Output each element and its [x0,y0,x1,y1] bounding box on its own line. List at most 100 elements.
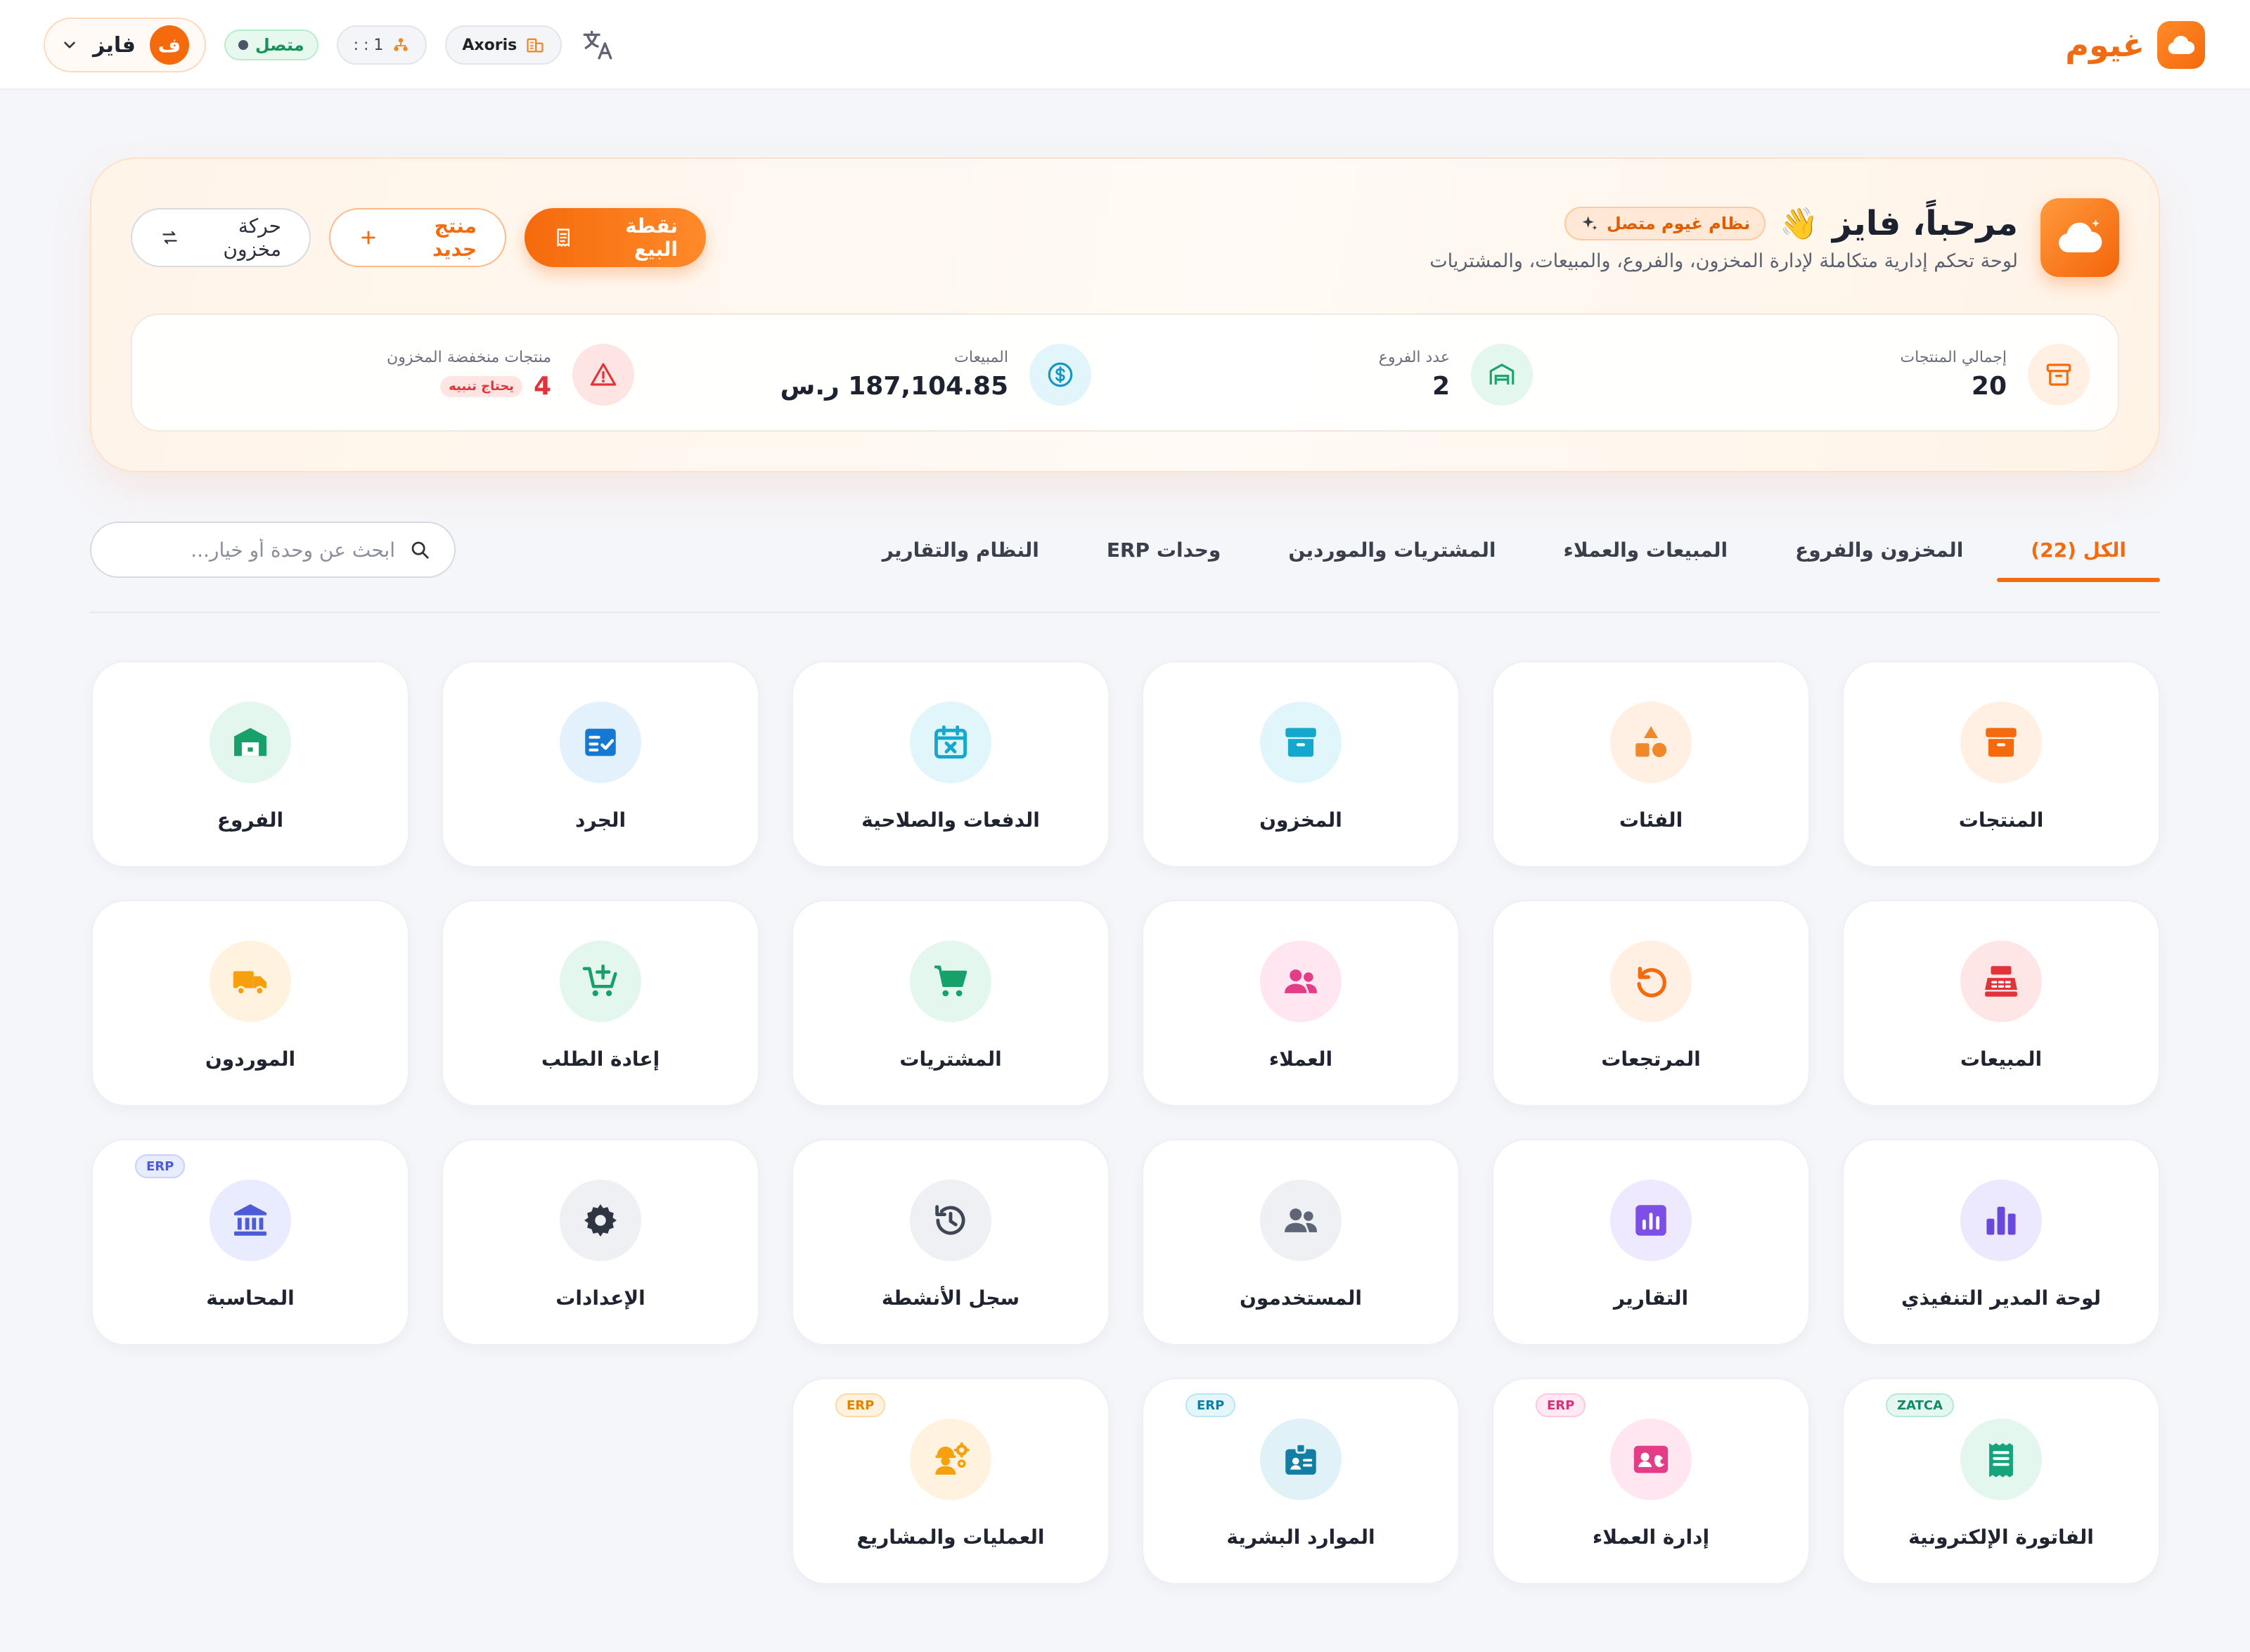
module-card-branches[interactable]: الفروع [91,661,409,867]
search-input[interactable] [142,538,395,562]
history-icon [910,1180,991,1261]
hierarchy-icon [394,38,409,51]
module-label: العمليات والمشاريع [856,1525,1045,1549]
module-card-users[interactable]: المستخدمون [1142,1139,1460,1346]
module-card-hr[interactable]: ERP الموارد البشرية [1142,1378,1460,1585]
user-menu[interactable]: ف فايز [44,18,206,72]
stock-movement-button[interactable]: حركة مخزون [131,208,311,267]
module-card-returns[interactable]: المرتجعات [1492,900,1810,1106]
brand-name: غيوم [2065,26,2145,64]
delivery-truck-icon [210,941,291,1022]
module-card-sales[interactable]: المبيعات [1842,900,2160,1106]
tab-purchases-suppliers[interactable]: المشتريات والموردين [1254,517,1529,582]
module-card-batches-expiry[interactable]: الدفعات والصلاحية [792,661,1110,867]
erp-badge: ERP [1185,1393,1236,1417]
shopping-cart-icon [910,941,991,1022]
tab-erp-modules[interactable]: وحدات ERP [1073,517,1254,582]
people-icon [1260,941,1342,1022]
module-card-reorder[interactable]: إعادة الطلب [442,900,759,1106]
module-label: الموارد البشرية [1226,1525,1375,1549]
module-search[interactable] [90,522,456,578]
user-name: فايز [93,32,136,58]
module-card-purchases[interactable]: المشتريات [792,900,1110,1106]
quick-actions: حركة مخزون منتج جديد نقطة البيع [131,208,706,267]
module-card-categories[interactable]: الفئات [1492,661,1810,867]
wave-icon: 👋 [1780,206,1818,242]
gear-icon [560,1180,641,1261]
module-label: إعادة الطلب [541,1047,660,1071]
module-card-e-invoice[interactable]: ZATCA الفاتورة الإلكترونية [1842,1378,2160,1585]
tab-system-reports[interactable]: النظام والتقارير [849,517,1073,582]
module-card-suppliers[interactable]: الموردون [91,900,409,1106]
module-card-customers[interactable]: العملاء [1142,900,1460,1106]
module-label: المحاسبة [206,1286,295,1310]
stat-value: 187,104.85 ر.س [780,372,1008,401]
module-card-stocktake[interactable]: الجرد [442,661,759,867]
erp-badge: ERP [1536,1393,1586,1417]
module-label: التقارير [1613,1286,1689,1310]
system-status-text: نظام غيوم متصل [1606,214,1751,233]
users-icon [1260,1180,1342,1261]
tab-inventory-branches[interactable]: المخزون والفروع [1761,517,1997,582]
shortcut-text: 1 : : [353,36,384,54]
module-card-activity-log[interactable]: سجل الأنشطة [792,1139,1110,1346]
company-name: Axoris [462,36,518,54]
module-card-reports[interactable]: التقارير [1492,1139,1810,1346]
module-card-operations-projects[interactable]: ERP العمليات والمشاريع [792,1378,1110,1585]
summary-stats: إجمالي المنتجات 20 عدد الفروع 2 المبيعات… [131,314,2119,432]
stock-movement-label: حركة مخزون [223,214,281,261]
translate-icon[interactable] [580,27,615,63]
dollar-circle-icon [1029,344,1091,406]
module-tabs: الكل (22) المخزون والفروع المبيعات والعم… [849,517,2160,582]
erp-badge: ERP [835,1393,886,1417]
warehouse-icon [1471,344,1533,406]
stat-sales: المبيعات 187,104.85 ر.س [780,343,1091,406]
module-card-products[interactable]: المنتجات [1842,661,2160,867]
status-dot-icon [238,40,248,50]
module-card-accounting[interactable]: ERP المحاسبة [91,1139,409,1346]
avatar: ف [149,25,189,65]
receipt-icon [557,228,570,247]
branch-shortcut-chip[interactable]: 1 : : [336,25,428,65]
module-card-settings[interactable]: الإعدادات [442,1139,759,1346]
module-label: المرتجعات [1601,1047,1701,1071]
tab-sales-customers[interactable]: المبيعات والعملاء [1530,517,1762,582]
welcome-subtitle: لوحة تحكم إدارية متكاملة لإدارة المخزون،… [1429,250,2018,272]
top-bar: غيوم ف فايز متصل 1 : : Axoris [0,0,2250,90]
alert-badge: يحتاج تنبيه [440,375,522,397]
new-product-button[interactable]: منتج جديد [329,208,506,267]
module-label: المنتجات [1958,808,2044,832]
company-chip[interactable]: Axoris [445,25,562,65]
search-icon [411,541,429,559]
cash-register-icon [1960,941,2042,1022]
module-card-crm[interactable]: ERP إدارة العملاء [1492,1378,1810,1585]
stat-value: 4 [533,372,551,401]
stat-label: إجمالي المنتجات [1900,349,2007,366]
tab-all[interactable]: الكل (22) [1997,517,2160,582]
engineer-gear-icon [910,1419,991,1500]
system-status-badge: نظام غيوم متصل [1564,207,1766,240]
tabs-divider [90,612,2160,613]
checklist-icon [560,702,641,783]
brand[interactable]: غيوم [2065,21,2205,69]
report-chart-icon [1610,1180,1692,1261]
building-icon [527,38,544,53]
module-card-executive-dashboard[interactable]: لوحة المدير التنفيذي [1842,1139,2160,1346]
module-label: الإعدادات [555,1286,645,1310]
new-product-label: منتج جديد [432,214,477,261]
point-of-sale-label: نقطة البيع [625,214,678,261]
sparkle-icon [1582,216,1598,231]
warning-triangle-icon [572,344,634,406]
topbar-controls: ف فايز متصل 1 : : Axoris [44,18,615,72]
calendar-x-icon [910,702,991,783]
module-label: العملاء [1268,1047,1333,1071]
module-card-inventory[interactable]: المخزون [1142,661,1460,867]
point-of-sale-button[interactable]: نقطة البيع [525,208,706,267]
invoice-icon [1960,1419,2042,1500]
cart-plus-icon [560,941,641,1022]
module-label: الفروع [217,808,284,832]
cloud-logo-icon [2040,198,2119,277]
stat-low-stock[interactable]: منتجات منخفضة المخزون 4 يحتاج تنبيه [387,343,634,406]
module-grid: المنتجات الفئات المخزون الدفعات والصلاحي… [90,661,2160,1585]
stat-branches: عدد الفروع 2 [1379,343,1533,406]
